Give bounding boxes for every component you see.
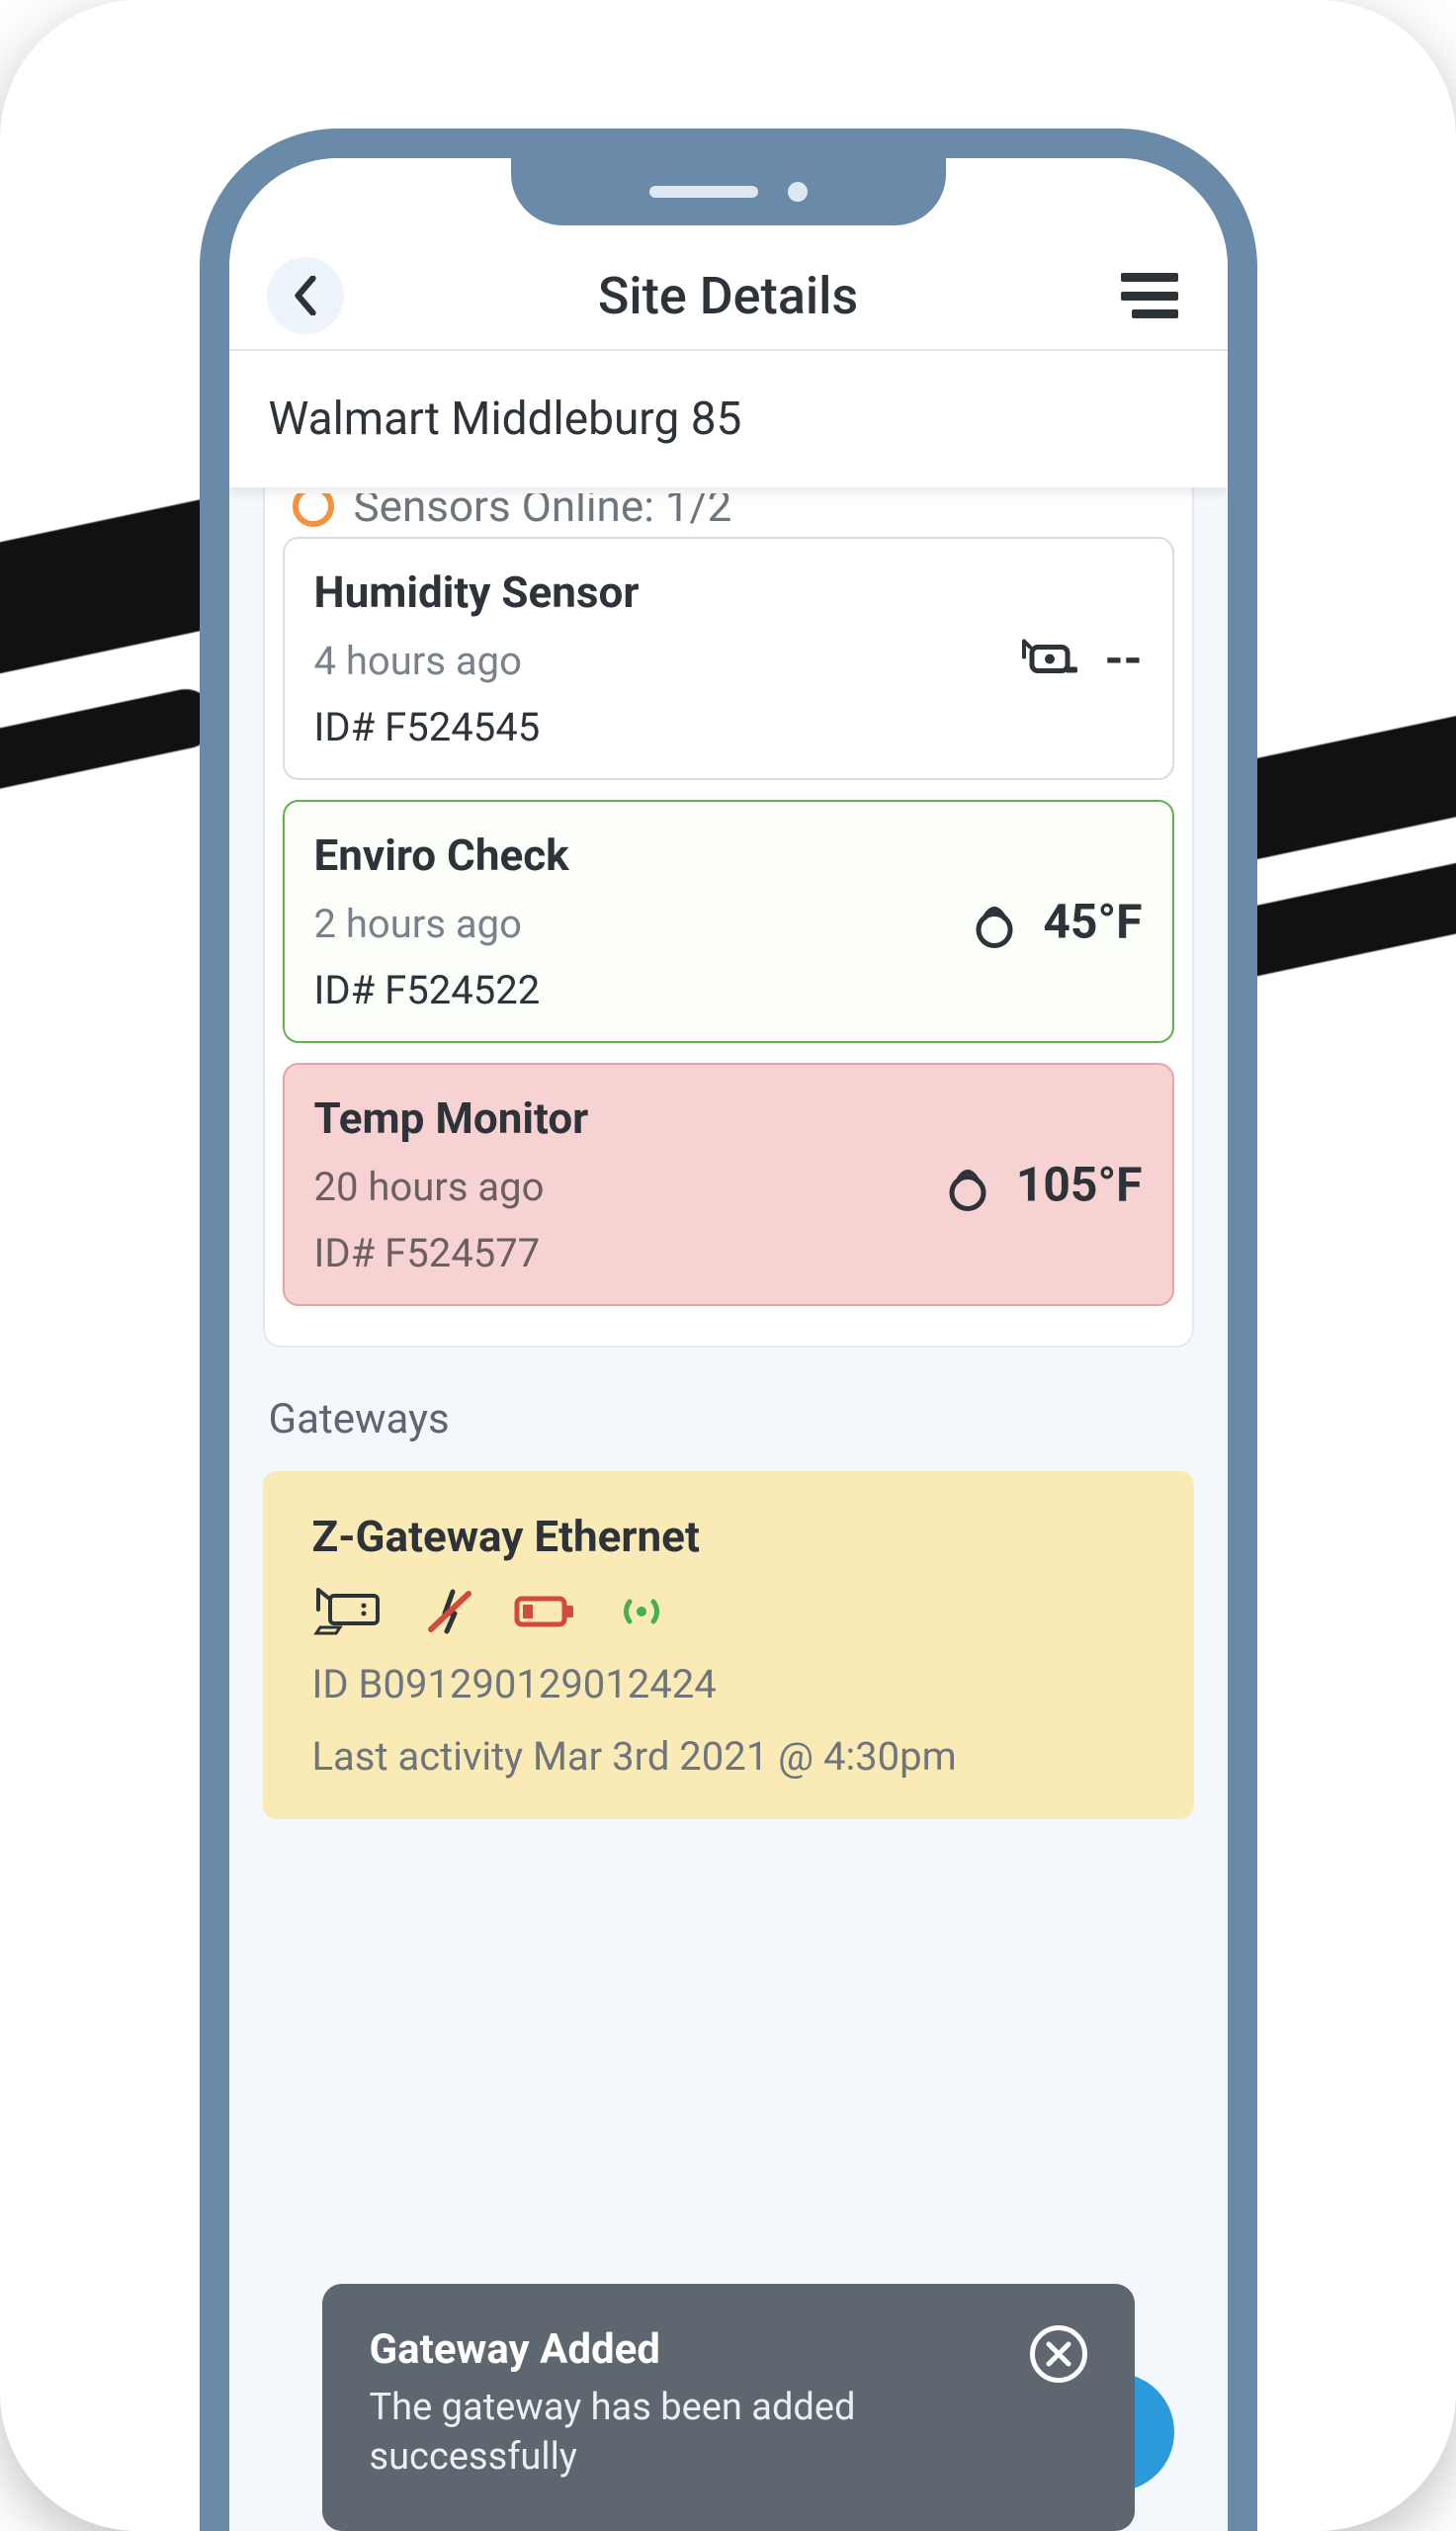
gateway-last-activity: Last activity Mar 3rd 2021 @ 4:30pm <box>312 1733 1155 1780</box>
back-button[interactable] <box>267 257 344 334</box>
sensor-value: -- <box>1105 631 1143 687</box>
gateway-id: ID B091290129012424 <box>312 1661 1155 1707</box>
gateway-status-icons <box>312 1588 1155 1635</box>
sensor-card[interactable]: Temp Monitor 20 hours ago ID# F524577 10… <box>283 1063 1174 1306</box>
gateway-card[interactable]: Z-Gateway Ethernet <box>263 1471 1194 1819</box>
sensors-panel: Sensors Online: 1/2 Humidity Sensor 4 ho… <box>263 487 1194 1348</box>
toast-message: The gateway has been added successfully <box>370 2384 1000 2482</box>
sensor-card[interactable]: Humidity Sensor 4 hours ago ID# F524545 <box>283 537 1174 780</box>
gateway-device-icon <box>312 1588 385 1635</box>
battery-low-icon <box>514 1594 575 1629</box>
content-area: Sensors Online: 1/2 Humidity Sensor 4 ho… <box>229 487 1228 2531</box>
sensor-name: Temp Monitor <box>314 1092 1143 1144</box>
device-icon <box>1020 637 1079 680</box>
sensor-card[interactable]: Enviro Check 2 hours ago ID# F524522 45°… <box>283 800 1174 1043</box>
chevron-left-icon <box>291 276 320 315</box>
power-off-icon <box>425 1588 474 1635</box>
gateways-label: Gateways <box>269 1395 1188 1443</box>
toast: Gateway Added The gateway has been added… <box>322 2284 1135 2531</box>
product-card: Site Details Walmart Middleburg 85 Senso… <box>0 0 1456 2531</box>
sensor-value: 105°F <box>1016 1157 1143 1213</box>
decoration <box>0 684 220 800</box>
sensor-id: ID# F524545 <box>314 704 1143 750</box>
gateway-name: Z-Gateway Ethernet <box>312 1511 1155 1562</box>
phone-notch <box>511 158 946 225</box>
close-icon <box>1045 2340 1072 2368</box>
temperature-icon <box>945 1157 990 1212</box>
site-name: Walmart Middleburg 85 <box>229 351 1228 487</box>
signal-icon <box>615 1594 668 1629</box>
sensor-ago: 4 hours ago <box>314 638 1143 684</box>
sensor-value: 45°F <box>1043 894 1142 950</box>
app-screen: Site Details Walmart Middleburg 85 Senso… <box>229 158 1228 2531</box>
sensor-name: Enviro Check <box>314 829 1143 881</box>
sensor-id: ID# F524522 <box>314 967 1143 1013</box>
sensor-name: Humidity Sensor <box>314 567 1143 618</box>
toast-close-button[interactable] <box>1030 2325 1087 2383</box>
sensor-id: ID# F524577 <box>314 1230 1143 1276</box>
app-header: Site Details <box>229 242 1228 351</box>
menu-button[interactable] <box>1121 273 1178 318</box>
menu-icon <box>1121 273 1178 282</box>
phone-frame: Site Details Walmart Middleburg 85 Senso… <box>200 129 1257 2531</box>
sensors-status-row: Sensors Online: 1/2 <box>283 493 1174 537</box>
temperature-icon <box>972 894 1017 949</box>
status-ring-icon <box>293 493 334 527</box>
page-title: Site Details <box>598 266 858 326</box>
toast-title: Gateway Added <box>370 2325 1000 2374</box>
sensors-status-text: Sensors Online: 1/2 <box>354 493 732 532</box>
